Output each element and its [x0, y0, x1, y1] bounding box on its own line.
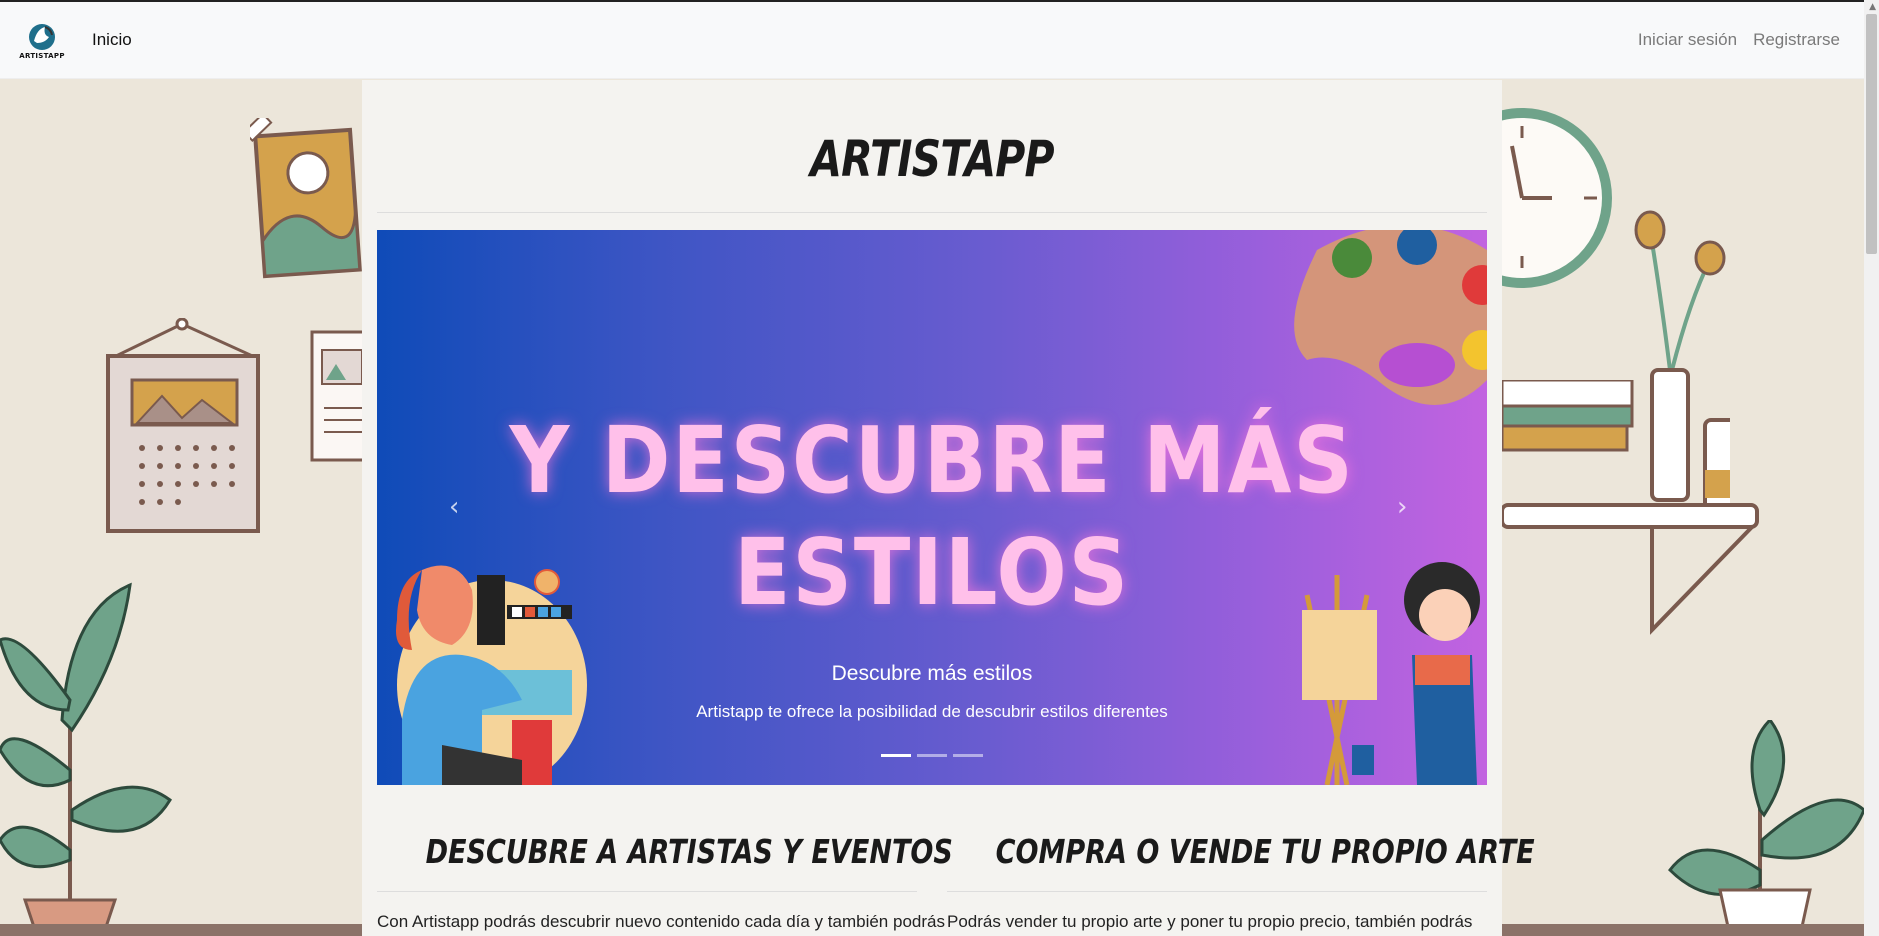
- wall-shelf: [1502, 380, 1759, 635]
- section-divider: [947, 891, 1487, 892]
- navbar: ARTISTAPP Inicio Iniciar sesión Registra…: [0, 2, 1864, 79]
- section-heading: COMPRA O VENDE TU PROPIO ARTE: [995, 832, 1535, 871]
- carousel-indicator-1[interactable]: [881, 754, 911, 757]
- carousel-prev-button[interactable]: ‹: [449, 492, 459, 522]
- carousel-indicator-3[interactable]: [953, 754, 983, 757]
- brand-logo-link[interactable]: ARTISTAPP: [18, 21, 66, 60]
- brand-text: ARTISTAPP: [19, 51, 65, 60]
- wall-clock: [1502, 108, 1612, 288]
- carousel-next-button[interactable]: ›: [1397, 492, 1407, 522]
- artistapp-logo-icon: [29, 23, 55, 50]
- carousel-headline: Y DESCUBRE MÁS ESTILOS: [509, 407, 1355, 626]
- nav-link-home[interactable]: Inicio: [92, 30, 132, 50]
- title-divider: [377, 212, 1487, 213]
- small-note-picture: [310, 330, 364, 462]
- framed-landscape-picture: [250, 118, 362, 279]
- page-title: ARTISTAPP: [810, 130, 1054, 188]
- paint-palette-illustration: [1294, 230, 1487, 405]
- potted-plant-right: [1668, 720, 1864, 930]
- scroll-up-icon[interactable]: ▲: [1869, 2, 1876, 12]
- scrollbar-thumb[interactable]: [1866, 14, 1877, 254]
- carousel-indicator-2[interactable]: [917, 754, 947, 757]
- main-content: ARTISTAPP Y DESCUBRE MÁS ESTILOS Descubr…: [362, 80, 1535, 936]
- feature-section-sell: COMPRA O VENDE TU PROPIO ARTE Podrás ven…: [947, 832, 1535, 932]
- section-text: Con Artistapp podrás descubrir nuevo con…: [377, 912, 945, 931]
- carousel-caption-text: Artistapp te ofrece la posibilidad de de…: [696, 702, 1168, 721]
- register-link[interactable]: Registrarse: [1753, 30, 1840, 50]
- chevron-left-icon: ‹: [449, 492, 460, 522]
- hanging-calendar-picture: [106, 318, 260, 533]
- carousel-indicators: [881, 754, 983, 757]
- chevron-right-icon: ›: [1397, 492, 1408, 522]
- feature-section-artists: DESCUBRE A ARTISTAS Y EVENTOS Con Artist…: [377, 832, 953, 932]
- potted-plant-left: [0, 582, 172, 930]
- page-scrollbar[interactable]: ▲: [1864, 0, 1879, 936]
- hero-carousel: Y DESCUBRE MÁS ESTILOS Descubre más esti…: [377, 230, 1487, 785]
- section-text: Podrás vender tu propio arte y poner tu …: [947, 912, 1473, 931]
- login-link[interactable]: Iniciar sesión: [1638, 30, 1737, 50]
- nav-auth-links: Iniciar sesión Registrarse: [1638, 30, 1840, 50]
- section-divider: [377, 891, 917, 892]
- carousel-caption-title: Descubre más estilos: [831, 662, 1033, 685]
- section-heading: DESCUBRE A ARTISTAS Y EVENTOS: [425, 832, 953, 871]
